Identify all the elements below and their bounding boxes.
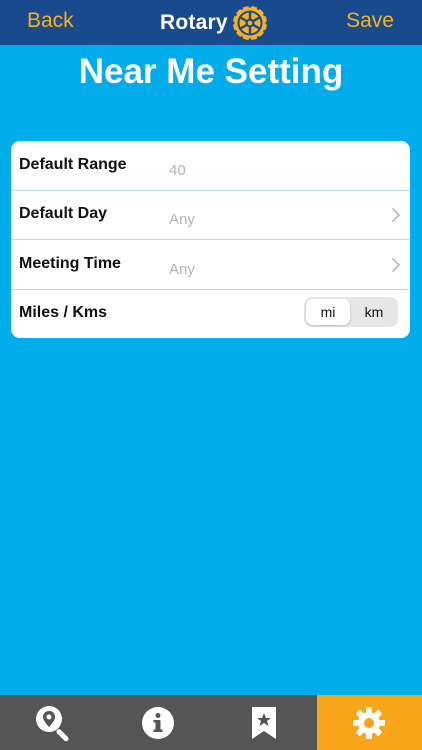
default-day-row[interactable]: Default Day Any (11, 190, 410, 240)
save-button[interactable]: Save (346, 9, 394, 33)
units-row: Miles / Kms mi km (11, 289, 410, 338)
default-day-value: Any (169, 211, 195, 228)
segment-miles[interactable]: mi (306, 299, 350, 325)
page-title: Near Me Setting (78, 52, 344, 91)
default-day-label: Default Day (19, 205, 108, 222)
logo-text: Rotary (160, 11, 228, 34)
rotary-wheel-icon (230, 4, 269, 42)
tab-bookmarks[interactable] (211, 695, 317, 750)
units-label: Miles / Kms (19, 304, 108, 321)
tab-info[interactable] (106, 695, 212, 750)
search-location-icon (35, 705, 69, 741)
meeting-time-row[interactable]: Meeting Time Any (11, 240, 410, 290)
meeting-time-label: Meeting Time (19, 255, 121, 272)
units-segmented-control: mi km (304, 297, 398, 327)
tab-search-nearby[interactable] (0, 695, 106, 750)
default-range-input[interactable]: 40 (169, 162, 186, 179)
segment-kms[interactable]: km (352, 299, 396, 325)
rotary-logo: Rotary (160, 3, 269, 43)
bookmark-icon (251, 706, 276, 739)
back-button[interactable]: Back (27, 9, 74, 33)
settings-card: Default Range 40 Default Day Any Meeting… (11, 141, 410, 338)
meeting-time-value: Any (169, 261, 195, 278)
chevron-right-icon (392, 258, 400, 272)
default-range-label: Default Range (19, 156, 127, 173)
tab-settings[interactable] (316, 695, 422, 750)
chevron-right-icon (392, 208, 400, 222)
gear-icon (353, 706, 386, 739)
bottom-tab-bar (0, 695, 422, 750)
default-range-row[interactable]: Default Range 40 (11, 141, 410, 191)
top-navigation-bar: Back Rotary Save (0, 0, 422, 45)
info-icon (142, 706, 175, 739)
